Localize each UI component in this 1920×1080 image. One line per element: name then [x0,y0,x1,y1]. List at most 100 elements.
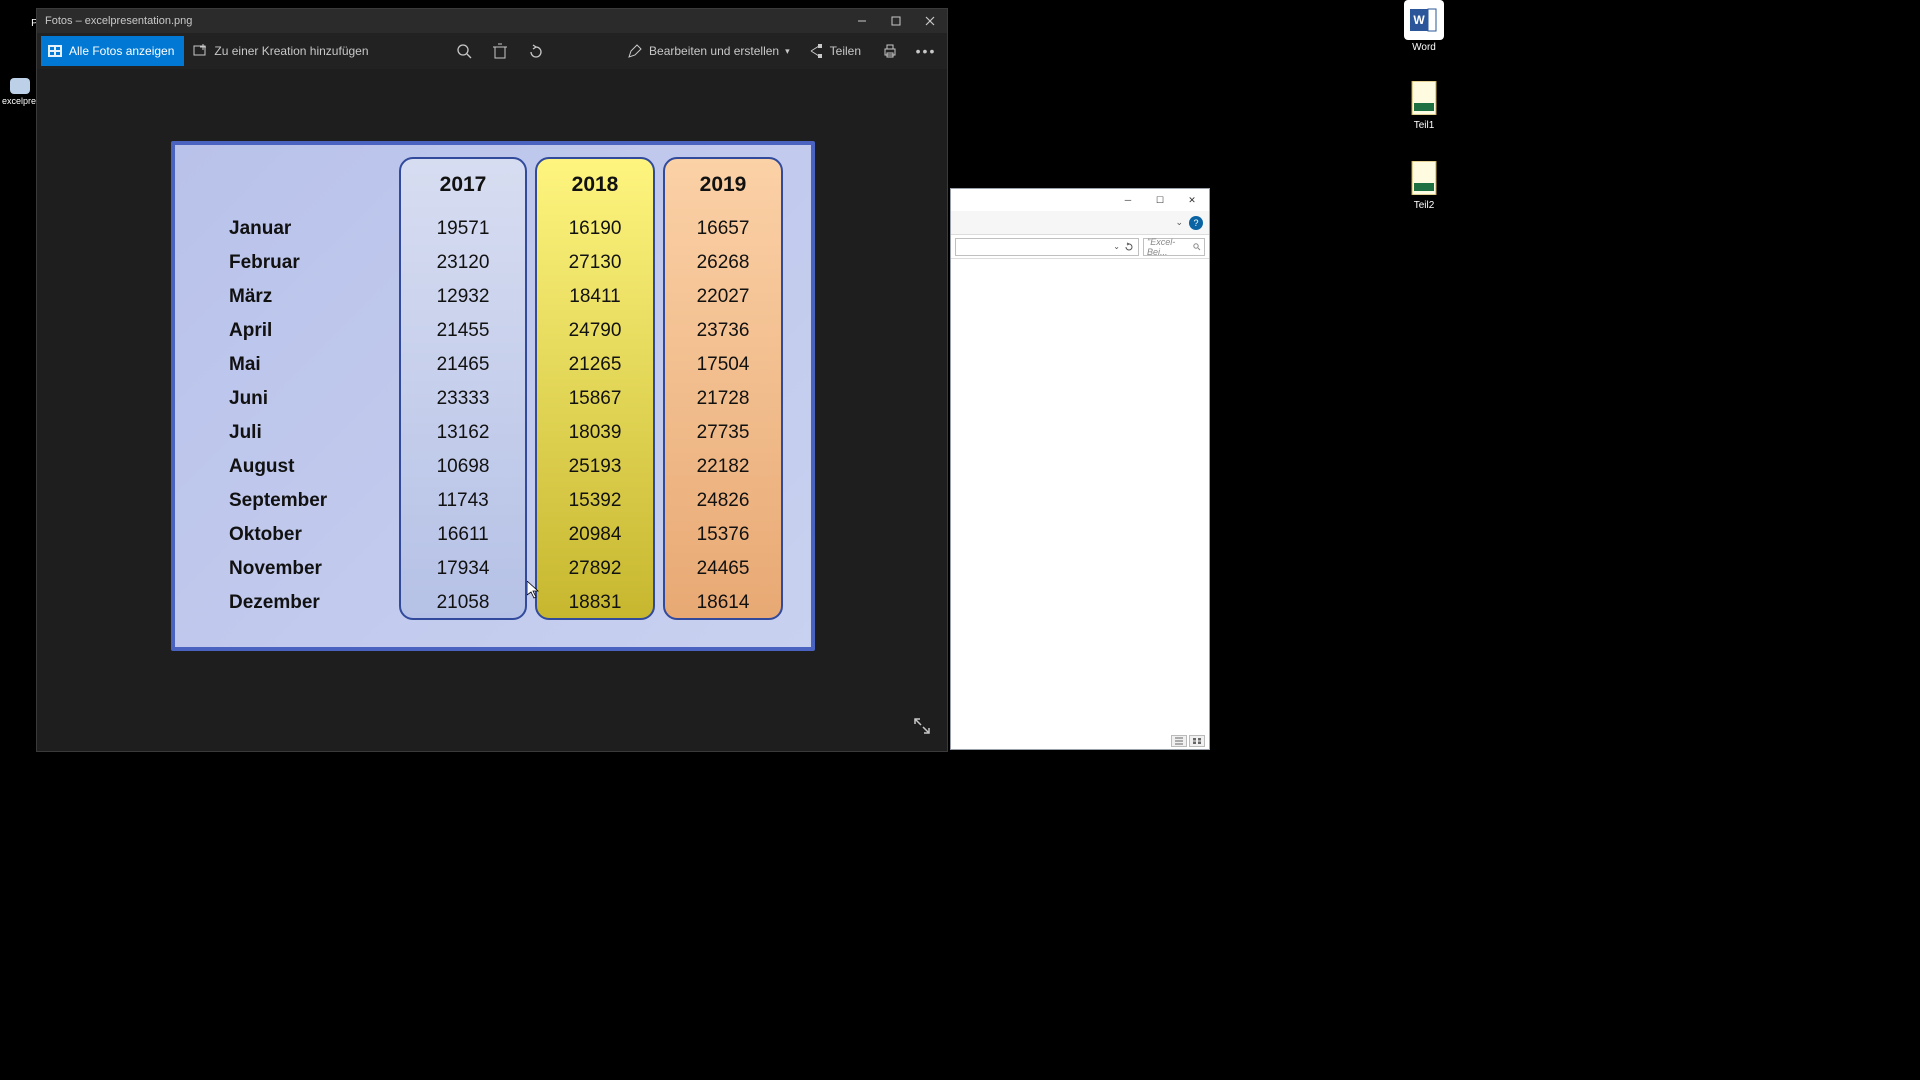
cell-value: 20984 [535,518,655,552]
close-button[interactable] [913,9,947,33]
cell-value: 21265 [535,348,655,382]
explorer-address-bar: ⌄ "Excel-Bei... [951,235,1209,259]
icons-view-button[interactable] [1189,735,1205,747]
desktop-icon-word[interactable]: W Word [1394,0,1454,53]
print-icon [882,43,898,59]
word-icon: W [1404,0,1444,40]
fullscreen-button[interactable] [913,717,931,735]
explorer-view-switch [1171,735,1205,747]
cell-value: 23333 [399,382,527,416]
rotate-button[interactable] [519,36,553,66]
add-creation-icon [192,43,208,59]
share-icon [808,43,824,59]
cell-value: 24465 [663,552,783,586]
cell-value: 12932 [399,280,527,314]
cell-value: 23736 [663,314,783,348]
help-button[interactable]: ? [1189,216,1203,230]
row-label: September [189,484,399,518]
desktop-label: Teil2 [1414,200,1435,211]
gallery-icon [47,43,63,59]
cell-value: 17934 [399,552,527,586]
cell-value: 16190 [535,212,655,246]
cell-value: 22027 [663,280,783,314]
cell-value: 21465 [399,348,527,382]
help-icon: ? [1193,218,1198,228]
button-label: Teilen [830,44,861,58]
cell-value: 15392 [535,484,655,518]
desktop-icon-excelpres[interactable]: excelpres [2,78,38,107]
zoom-icon [456,43,472,59]
explorer-ribbon: ⌄ ? [951,211,1209,235]
cell-value: 24790 [535,314,655,348]
chevron-down-icon: ⌄ [1113,242,1120,251]
row-label: April [189,314,399,348]
minimize-button[interactable]: ─ [1115,191,1141,209]
column-header: 2019 [663,157,783,212]
cell-value: 15376 [663,518,783,552]
maximize-button[interactable] [879,9,913,33]
desktop-label: Teil1 [1414,120,1435,131]
cell-value: 10698 [399,450,527,484]
row-label: Dezember [189,586,399,620]
edit-icon [627,43,643,59]
button-label: Alle Fotos anzeigen [69,44,174,58]
refresh-icon[interactable] [1124,242,1134,252]
cell-value: 22182 [663,450,783,484]
cell-value: 21728 [663,382,783,416]
cell-value: 27130 [535,246,655,280]
desktop-icon-teil1[interactable]: Teil1 [1394,78,1454,131]
see-all-photos-button[interactable]: Alle Fotos anzeigen [41,36,184,66]
search-input[interactable]: "Excel-Bei... [1143,238,1205,256]
excel-file-icon [1404,78,1444,118]
cell-value: 19571 [399,212,527,246]
svg-text:W: W [1413,13,1425,27]
search-icon [1193,243,1201,251]
cell-value: 17504 [663,348,783,382]
cell-value: 13162 [399,416,527,450]
cell-value: 21058 [399,586,527,620]
explorer-titlebar[interactable]: ─ ☐ ✕ [951,189,1209,211]
delete-button[interactable] [483,36,517,66]
row-label: Mai [189,348,399,382]
desktop-icon-teil2[interactable]: Teil2 [1394,158,1454,211]
row-label: Januar [189,212,399,246]
row-label: Oktober [189,518,399,552]
maximize-icon [891,16,901,26]
chevron-down-icon[interactable]: ⌄ [1175,217,1183,228]
minimize-button[interactable] [845,9,879,33]
icons-view-icon [1192,737,1202,745]
desktop-label: Word [1412,42,1436,53]
ellipsis-icon: ••• [916,43,937,59]
close-button[interactable]: ✕ [1179,191,1205,209]
details-view-button[interactable] [1171,735,1187,747]
print-button[interactable] [873,36,907,66]
mouse-cursor [527,581,539,599]
image-canvas: 201720182019Januar195711619016657Februar… [37,69,947,751]
button-label: Zu einer Kreation hinzufügen [214,44,368,58]
share-button[interactable]: Teilen [802,36,871,66]
add-to-creation-button[interactable]: Zu einer Kreation hinzufügen [186,36,378,66]
image-file-icon [10,78,30,94]
titlebar[interactable]: Fotos – excelpresentation.png [37,9,947,33]
address-input[interactable]: ⌄ [955,238,1139,256]
cell-value: 27892 [535,552,655,586]
cell-value: 18039 [535,416,655,450]
chevron-down-icon: ▾ [785,46,790,57]
cell-value: 25193 [535,450,655,484]
cell-value: 16611 [399,518,527,552]
row-label: November [189,552,399,586]
cell-value: 27735 [663,416,783,450]
row-label: März [189,280,399,314]
fullscreen-icon [913,717,931,735]
cell-value: 18411 [535,280,655,314]
more-button[interactable]: ••• [909,36,943,66]
column-header: 2018 [535,157,655,212]
cell-value: 21455 [399,314,527,348]
trash-icon [493,43,507,59]
cell-value: 16657 [663,212,783,246]
edit-create-button[interactable]: Bearbeiten und erstellen ▾ [621,36,800,66]
button-label: Bearbeiten und erstellen [649,44,779,58]
zoom-button[interactable] [447,36,481,66]
maximize-button[interactable]: ☐ [1147,191,1173,209]
rotate-icon [528,43,544,59]
